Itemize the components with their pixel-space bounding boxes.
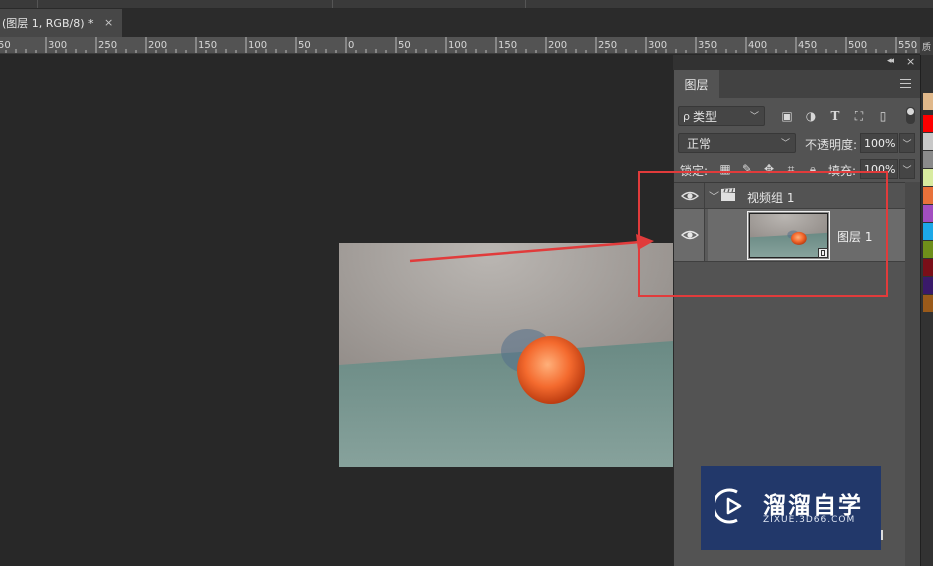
type-filter-icon[interactable]: T (828, 109, 842, 123)
ruler-label: 250 (98, 40, 117, 51)
search-icon: ρ (683, 109, 690, 123)
blend-mode-dropdown[interactable]: 正常 ﹀ (678, 133, 796, 153)
color-swatch[interactable] (923, 277, 933, 294)
document-tab[interactable]: (图层 1, RGB/8) * × (0, 9, 122, 37)
fill-dropdown-icon[interactable]: ﹀ (899, 159, 915, 179)
shape-filter-icon[interactable]: ⛶ (852, 109, 866, 123)
blend-mode-value: 正常 (687, 136, 712, 151)
color-swatch[interactable] (923, 187, 933, 204)
ruler-label: 550 (898, 40, 917, 51)
color-swatch[interactable] (923, 259, 933, 276)
opacity-dropdown-icon[interactable]: ﹀ (899, 133, 915, 153)
ruler-label: 300 (48, 40, 67, 51)
ruler-label: 200 (148, 40, 167, 51)
highlight-annotation-box (638, 171, 888, 297)
collapse-panels-icon[interactable]: ◂◂ (887, 56, 894, 66)
chevron-down-icon: ﹀ (749, 112, 759, 122)
adjustment-filter-icon[interactable]: ◑ (804, 109, 818, 123)
divider (881, 530, 883, 540)
kind-filter-dropdown[interactable]: ρ 类型 ﹀ (678, 106, 765, 126)
ruler-label: 100 (448, 40, 467, 51)
ruler-label: 0 (348, 40, 354, 51)
ruler-label: 50 (398, 40, 411, 51)
kind-filter-value: 类型 (692, 109, 717, 124)
chevron-down-icon: ﹀ (780, 139, 790, 149)
opacity-input[interactable]: 100% (860, 133, 898, 153)
color-swatch[interactable] (923, 205, 933, 222)
color-swatch[interactable] (923, 223, 933, 240)
ruler-label: 300 (648, 40, 667, 51)
ruler-label: 250 (598, 40, 617, 51)
filter-toggle-switch[interactable] (906, 107, 915, 124)
smart-object-filter-icon[interactable]: ▯ (876, 109, 890, 123)
play-logo-icon (715, 488, 742, 524)
color-swatch[interactable] (923, 93, 933, 110)
panel-tab-bar: 图层 (674, 70, 920, 98)
document-image[interactable] (339, 243, 673, 467)
panel-menu-icon[interactable] (900, 79, 911, 88)
color-swatch[interactable] (923, 295, 933, 312)
ruler-label: 100 (248, 40, 267, 51)
color-swatch[interactable] (923, 241, 933, 258)
swatches-tab-label: 质 (922, 43, 932, 53)
ruler-label: 400 (748, 40, 767, 51)
ruler-label: 500 (848, 40, 867, 51)
ruler-label: 150 (198, 40, 217, 51)
ruler-label: 350 (698, 40, 717, 51)
color-swatch[interactable] (923, 115, 933, 132)
document-tab-bar: (图层 1, RGB/8) * × (0, 9, 933, 37)
options-bar (0, 0, 933, 9)
horizontal-ruler: 5030025020015010050050100150200250300350… (0, 37, 920, 54)
ruler-label: 450 (798, 40, 817, 51)
color-swatch[interactable] (923, 151, 933, 168)
image-filter-icon[interactable]: ▣ (780, 109, 794, 123)
watermark-logo: 溜溜自学 ZIXUE.3D66.COM (701, 466, 881, 550)
ruler-label: 150 (498, 40, 517, 51)
watermark-url: ZIXUE.3D66.COM (763, 515, 856, 525)
ruler-label: 200 (548, 40, 567, 51)
ruler-label: 50 (0, 40, 11, 51)
close-panel-icon[interactable]: × (906, 55, 915, 68)
video-frame-image (339, 243, 673, 467)
canvas-area[interactable] (0, 55, 673, 566)
tab-layers[interactable]: 图层 (674, 70, 719, 98)
opacity-label: 不透明度: (805, 138, 858, 152)
color-swatch[interactable] (923, 169, 933, 186)
document-tab-title: (图层 1, RGB/8) * (2, 17, 94, 30)
swatches-header[interactable]: 质 (920, 37, 933, 55)
close-tab-icon[interactable]: × (104, 16, 113, 29)
layers-scrollbar[interactable] (905, 182, 920, 566)
panel-dock-header: ◂◂ × (673, 55, 920, 70)
color-swatch[interactable] (923, 133, 933, 150)
ruler-ticks: 5030025020015010050050100150200250300350… (0, 37, 917, 53)
swatches-panel (920, 55, 933, 566)
ruler-label: 50 (298, 40, 311, 51)
